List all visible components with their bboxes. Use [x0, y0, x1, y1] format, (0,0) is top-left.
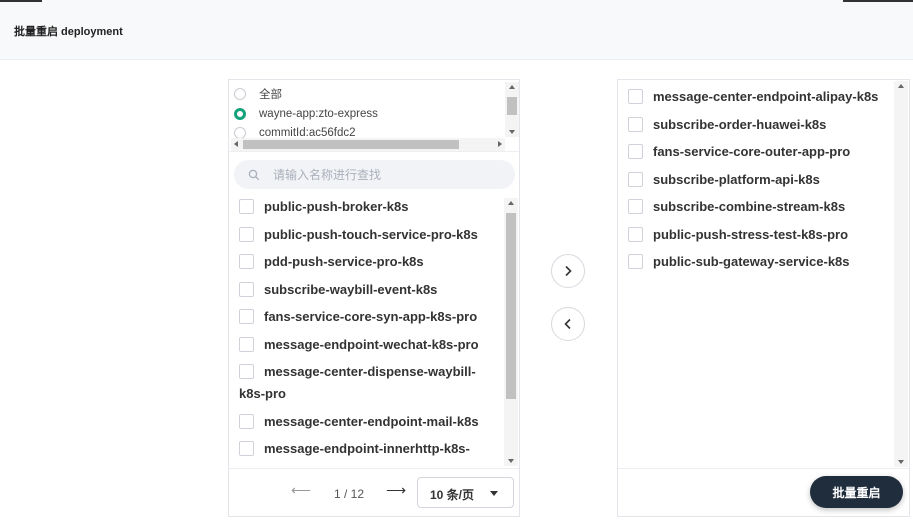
checkbox[interactable]: [628, 254, 643, 269]
checkbox[interactable]: [239, 226, 254, 242]
chevron-left-icon: [564, 318, 571, 330]
scroll-up-icon[interactable]: [508, 201, 514, 205]
item-label: public-push-stress-test-k8s-pro: [653, 226, 849, 242]
label-filter: 全部 wayne-app:zto-express commitId:ac56fd…: [229, 80, 519, 152]
list-item[interactable]: message-center-dispense-waybill-k8s-pro: [229, 361, 494, 405]
batch-restart-button[interactable]: 批量重启: [810, 476, 903, 508]
list-item[interactable]: fans-service-core-outer-app-pro: [618, 141, 893, 163]
next-page-icon[interactable]: ⟶: [386, 482, 406, 499]
scroll-down-icon[interactable]: [509, 130, 515, 134]
list-item[interactable]: subscribe-platform-api-k8s: [618, 169, 893, 191]
page-size-value: 10 条/页: [430, 488, 475, 502]
radio-selected-icon: [234, 108, 246, 120]
scroll-up-icon[interactable]: [898, 84, 904, 88]
page-indicator: 1 / 12: [334, 487, 365, 501]
list-item[interactable]: subscribe-waybill-event-k8s: [229, 279, 519, 301]
list-item[interactable]: public-push-touch-service-pro-k8s: [229, 224, 519, 246]
chevron-right-icon: [565, 265, 572, 277]
filter-option-label: wayne-app:zto-express: [259, 108, 378, 120]
list-item[interactable]: message-center-endpoint-alipay-k8s: [618, 86, 880, 108]
checkbox[interactable]: [239, 413, 254, 429]
item-label: subscribe-platform-api-k8s: [653, 171, 820, 187]
list-item[interactable]: public-sub-gateway-service-k8s: [618, 251, 893, 273]
source-panel: 全部 wayne-app:zto-express commitId:ac56fd…: [228, 79, 520, 517]
list-item[interactable]: public-push-stress-test-k8s-pro: [618, 224, 893, 246]
checkbox[interactable]: [239, 281, 254, 297]
checkbox[interactable]: [239, 254, 254, 269]
filter-option-all[interactable]: 全部: [234, 85, 282, 103]
page-header: 批量重启 deployment: [0, 0, 913, 60]
item-label: fans-service-core-syn-app-k8s-pro: [264, 309, 478, 324]
list-item[interactable]: message-center-endpoint-mail-k8s: [229, 411, 519, 433]
target-list-scrollbar[interactable]: [894, 81, 908, 467]
filter-option-label: 全部: [259, 89, 282, 101]
item-label: subscribe-combine-stream-k8s: [653, 199, 846, 214]
checkbox[interactable]: [628, 144, 643, 159]
scroll-left-icon[interactable]: [234, 141, 238, 147]
search-input[interactable]: [273, 167, 493, 182]
list-item[interactable]: subscribe-combine-stream-k8s: [618, 196, 893, 218]
checkbox[interactable]: [628, 226, 643, 242]
move-left-button[interactable]: [551, 307, 585, 341]
checkbox[interactable]: [628, 199, 643, 214]
list-item[interactable]: pdd-push-service-pro-k8s: [229, 251, 519, 273]
checkbox[interactable]: [239, 364, 254, 379]
source-list: public-push-broker-k8s public-push-touch…: [229, 196, 519, 466]
item-label: public-push-touch-service-pro-k8s: [264, 226, 478, 242]
item-label: public-push-broker-k8s: [264, 199, 409, 214]
list-item[interactable]: message-endpoint-innerhttp-k8s-: [229, 438, 519, 460]
scrollbar-thumb[interactable]: [507, 97, 517, 115]
item-label: subscribe-waybill-event-k8s: [264, 281, 438, 297]
scrollbar-thumb[interactable]: [506, 213, 516, 399]
scroll-down-icon[interactable]: [898, 460, 904, 464]
list-item[interactable]: fans-service-core-syn-app-k8s-pro: [229, 306, 519, 328]
search-box: [234, 160, 515, 189]
item-label: message-center-endpoint-mail-k8s: [264, 413, 479, 429]
checkbox[interactable]: [239, 441, 254, 456]
search-icon: [248, 169, 260, 180]
source-list-scrollbar[interactable]: [504, 198, 518, 466]
move-right-button[interactable]: [551, 254, 585, 288]
filter-option-app[interactable]: wayne-app:zto-express: [234, 105, 378, 123]
item-label: message-center-dispense-waybill-k8s-pro: [239, 364, 476, 401]
prev-page-icon[interactable]: ⟵: [291, 482, 311, 499]
list-item[interactable]: message-endpoint-wechat-k8s-pro: [229, 334, 519, 356]
filter-horizontal-scrollbar[interactable]: [231, 138, 505, 151]
radio-icon: [234, 88, 246, 100]
item-label: fans-service-core-outer-app-pro: [653, 144, 851, 159]
header-edge-left: [0, 0, 42, 2]
checkbox[interactable]: [239, 199, 254, 214]
checkbox[interactable]: [239, 336, 254, 352]
list-item[interactable]: public-push-broker-k8s: [229, 196, 519, 218]
target-list: message-center-endpoint-alipay-k8s subsc…: [618, 86, 893, 279]
header-edge-right: [843, 0, 913, 2]
pagination: ⟵ 1 / 12 ⟶ 10 条/页: [229, 468, 519, 516]
caret-down-icon: [490, 491, 498, 496]
item-label: pdd-push-service-pro-k8s: [264, 254, 424, 269]
page-title: 批量重启 deployment: [14, 26, 123, 38]
checkbox[interactable]: [239, 309, 254, 324]
filter-vertical-scrollbar[interactable]: [505, 82, 519, 137]
scroll-up-icon[interactable]: [509, 85, 515, 89]
scrollbar-thumb[interactable]: [243, 140, 459, 149]
item-label: message-center-endpoint-alipay-k8s: [653, 89, 879, 104]
list-item[interactable]: subscribe-order-huawei-k8s: [618, 114, 893, 136]
item-label: message-endpoint-wechat-k8s-pro: [264, 336, 479, 352]
checkbox[interactable]: [628, 89, 643, 104]
target-panel: message-center-endpoint-alipay-k8s subsc…: [617, 79, 910, 517]
scroll-right-icon[interactable]: [498, 141, 502, 147]
checkbox[interactable]: [628, 171, 643, 187]
checkbox[interactable]: [628, 116, 643, 132]
scroll-down-icon[interactable]: [508, 459, 514, 463]
item-label: message-endpoint-innerhttp-k8s-: [264, 441, 470, 456]
page-size-select[interactable]: 10 条/页: [417, 477, 514, 508]
item-label: public-sub-gateway-service-k8s: [653, 254, 850, 269]
item-label: subscribe-order-huawei-k8s: [653, 116, 827, 132]
